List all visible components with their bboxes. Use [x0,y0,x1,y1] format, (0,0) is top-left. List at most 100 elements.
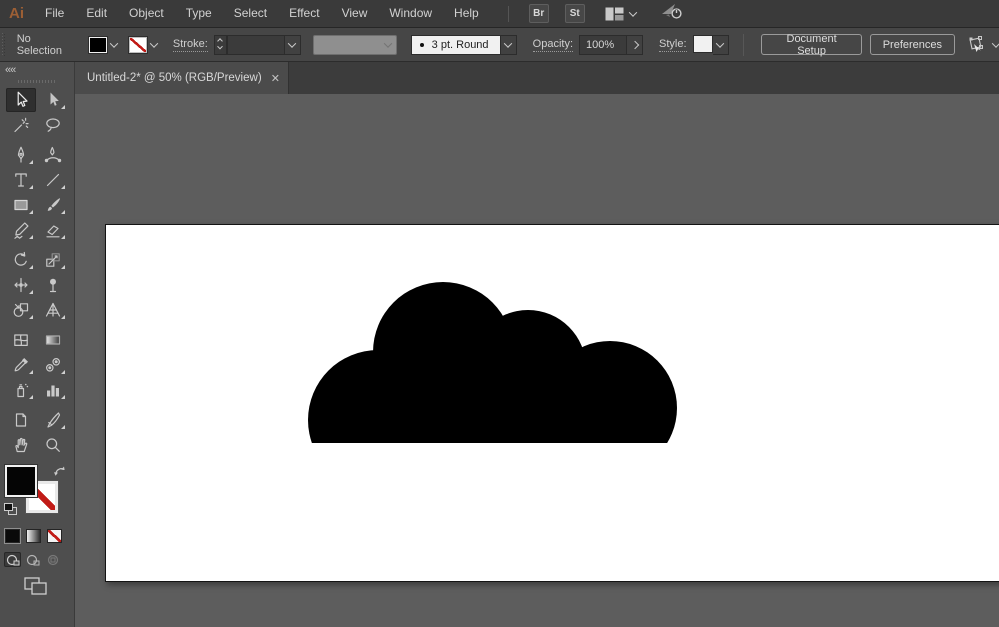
document-setup-button[interactable]: Document Setup [761,33,862,57]
draw-mode-buttons [0,552,74,567]
curvature-tool[interactable] [38,143,68,167]
menu-item-edit[interactable]: Edit [75,0,118,27]
mesh-icon [14,334,28,346]
draw-normal-icon[interactable] [4,552,21,567]
opacity-chevron[interactable] [627,34,644,55]
perspective-grid-tool[interactable] [38,298,68,322]
canvas-area[interactable] [75,94,999,627]
opacity-label[interactable]: Opacity: [532,38,574,52]
artboard-tool[interactable] [6,408,36,432]
close-icon[interactable]: ✕ [271,72,280,85]
shaper-tool[interactable] [6,218,36,242]
tools-panel-grip[interactable] [18,80,56,83]
mesh-tool[interactable] [6,328,36,352]
fill-color-dropdown[interactable] [87,35,119,54]
default-fill-stroke-icon[interactable] [4,503,18,516]
control-bar: No Selection Stroke: 3 pt. Round Opacity… [0,28,999,62]
double-chevron-left-icon[interactable]: «« [5,64,16,76]
tool-group [0,408,74,457]
type-tool[interactable] [6,168,36,192]
draw-behind-icon[interactable] [24,552,41,567]
document-tab[interactable]: Untitled-2* @ 50% (RGB/Preview) ✕ [75,62,289,94]
fill-stroke-control [0,463,74,521]
artboard[interactable] [105,224,999,582]
stroke-color-dropdown[interactable] [127,35,159,54]
lasso-icon [46,118,60,132]
width-tool[interactable] [6,273,36,297]
fill-color-swatch[interactable] [87,35,108,54]
menu-item-view[interactable]: View [331,0,379,27]
menu-bar: Ai File Edit Object Type Select Effect View Win… [0,0,999,28]
bridge-button[interactable]: Br [528,4,549,23]
symbol-sprayer-icon [17,383,29,398]
zoom-icon [46,438,60,452]
stroke-width-chevron[interactable] [284,34,301,55]
preferences-button[interactable]: Preferences [869,34,956,55]
select-similar-options[interactable] [967,35,999,54]
style-label[interactable]: Style: [659,38,687,52]
selection-tool[interactable] [6,88,36,112]
tool-groups [0,88,74,457]
opacity-input[interactable]: 100% [579,34,628,55]
pen-tool[interactable] [6,143,36,167]
scale-tool[interactable] [38,248,68,272]
brush-definition-select[interactable]: 3 pt. Round [410,34,501,55]
menu-item-object[interactable]: Object [118,0,175,27]
lasso-tool[interactable] [38,113,68,137]
workspace-switcher[interactable] [605,7,637,21]
column-graph-tool[interactable] [38,378,68,402]
slice-tool[interactable] [38,408,68,432]
menu-item-effect[interactable]: Effect [278,0,330,27]
gradient-tool[interactable] [38,328,68,352]
gpu-performance-icon[interactable] [660,2,684,25]
line-segment-tool[interactable] [38,168,68,192]
artboard-icon [15,413,27,427]
blend-tool[interactable] [38,353,68,377]
puppet-warp-icon [49,278,57,293]
stroke-none-swatch[interactable] [127,35,148,54]
chevron-down-icon[interactable] [149,38,159,48]
rotate-tool[interactable] [6,248,36,272]
gradient-button[interactable] [26,529,41,543]
color-button[interactable] [4,528,21,544]
width-profile-select [312,34,397,55]
menu-item-type[interactable]: Type [175,0,223,27]
magic-wand-tool[interactable] [6,113,36,137]
main-menus: File Edit Object Type Select Effect View Window… [34,0,490,27]
swap-arrows-icon[interactable] [53,465,67,483]
paintbrush-tool[interactable] [38,193,68,217]
stroke-width-select[interactable] [226,34,285,55]
gradient-icon [45,335,61,345]
rectangle-tool[interactable] [6,193,36,217]
style-swatch[interactable] [692,34,713,53]
hand-tool[interactable] [6,433,36,457]
menu-item-file[interactable]: File [34,0,75,27]
brush-definition-chevron[interactable] [500,34,517,55]
menu-item-select[interactable]: Select [223,0,278,27]
stroke-width-spinner[interactable] [213,34,227,55]
panel-grip[interactable] [2,32,5,57]
paintbrush-icon [47,198,61,211]
symbol-sprayer-tool[interactable] [6,378,36,402]
eraser-tool[interactable] [38,218,68,242]
menu-item-help[interactable]: Help [443,0,490,27]
shape-builder-tool[interactable] [6,298,36,322]
menu-item-window[interactable]: Window [378,0,443,27]
draw-inside-icon[interactable] [44,552,61,567]
puppet-warp-tool[interactable] [38,273,68,297]
menubar-divider [507,5,509,22]
fill-swatch[interactable] [4,464,38,498]
style-chevron[interactable] [712,34,729,55]
tool-row [0,273,74,297]
chevron-down-icon[interactable] [109,38,119,48]
stroke-label[interactable]: Stroke: [172,38,208,52]
direct-selection-tool[interactable] [38,88,68,112]
screen-mode-icon[interactable] [24,577,74,602]
zoom-tool[interactable] [38,433,68,457]
document-tab-title: Untitled-2* @ 50% (RGB/Preview) [87,72,262,84]
width-icon [14,277,28,293]
none-button[interactable] [47,529,62,543]
stock-button[interactable]: St [564,4,585,23]
eyedropper-tool[interactable] [6,353,36,377]
spinner-down-icon[interactable] [217,43,224,50]
